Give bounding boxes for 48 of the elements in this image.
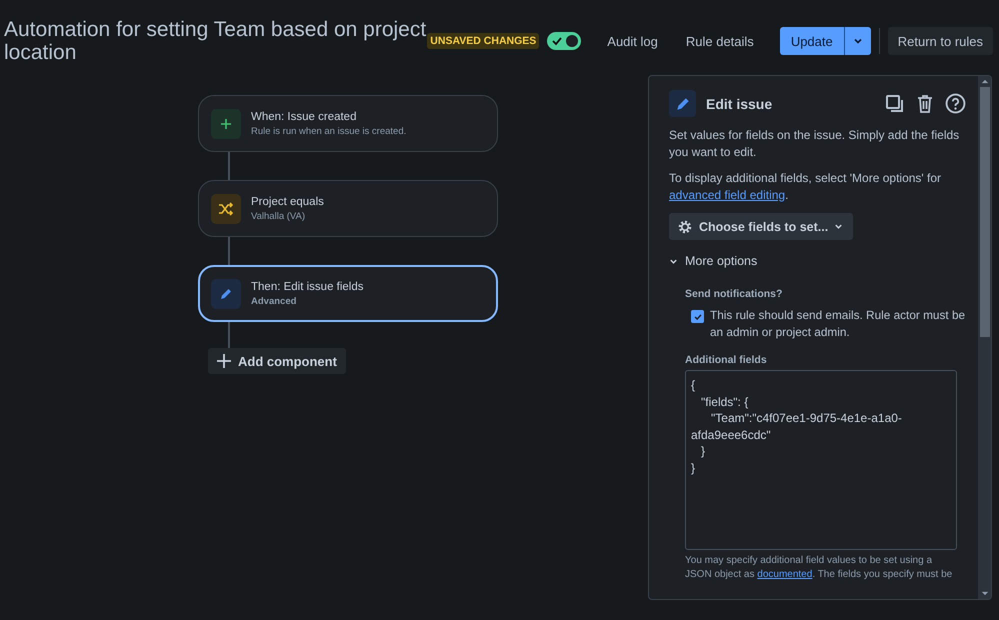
- trash-icon[interactable]: [915, 94, 935, 114]
- component-title: When: Issue created: [251, 110, 358, 122]
- checkbox-label: This rule should send emails. Rule actor must be an admin or project admin.: [710, 307, 966, 340]
- panel-title: Edit issue: [706, 96, 772, 112]
- scroll-up-arrow-icon[interactable]: [980, 79, 988, 84]
- additional-fields-label: Additional fields: [685, 354, 768, 366]
- rule-component-card[interactable]: Then: Edit issue fields Advanced: [198, 265, 498, 322]
- plus-icon: [217, 354, 231, 368]
- chevron-down-icon: [852, 36, 863, 46]
- unsaved-changes-badge: UNSAVED CHANGES: [427, 33, 540, 49]
- advanced-editing-hint: To display additional fields, select 'More options' for advanced field editing.: [669, 170, 942, 203]
- check-icon: [692, 312, 702, 322]
- scrollbar[interactable]: [978, 76, 991, 599]
- rule-component-card[interactable]: When: Issue created Rule is run when an issue is created.: [198, 95, 498, 152]
- chevron-down-icon: [834, 222, 844, 231]
- chevron-down-icon: [669, 256, 678, 266]
- pencil-icon: [669, 90, 696, 117]
- check-icon: [551, 35, 564, 47]
- additional-fields-help: You may specify additional field values to be set using a JSON object as documented. The fields you specify must be: [685, 554, 954, 581]
- plus-icon: [220, 118, 232, 130]
- rule-toggle[interactable]: [547, 32, 582, 50]
- checkbox[interactable]: [691, 310, 704, 323]
- component-subtitle: Rule is run when an issue is created.: [251, 126, 406, 136]
- more-options-toggle[interactable]: More options: [669, 254, 758, 268]
- panel-description: Set values for fields on the issue. Simply add the fields you want to edit.: [669, 127, 960, 160]
- help-icon[interactable]: [945, 93, 966, 114]
- add-component-button[interactable]: Add component: [208, 348, 346, 374]
- copy-icon[interactable]: [885, 94, 905, 114]
- header-link-button[interactable]: Rule details: [676, 28, 764, 54]
- shuffle-icon: [218, 202, 234, 216]
- scroll-down-arrow-icon[interactable]: [980, 591, 988, 596]
- component-title: Then: Edit issue fields: [251, 280, 364, 292]
- component-title: Project equals: [251, 196, 324, 208]
- update-dropdown-button[interactable]: [844, 27, 871, 55]
- advanced-field-editing-link[interactable]: advanced field editing: [669, 188, 786, 202]
- choose-fields-button[interactable]: Choose fields to set...: [669, 213, 854, 240]
- page-title: Automation for setting Team based on project location: [4, 18, 428, 64]
- component-subtitle: Advanced: [251, 296, 298, 306]
- send-notifications-label: Send notifications?: [685, 288, 784, 300]
- update-button[interactable]: Update: [780, 27, 844, 55]
- component-subtitle: Valhalla (VA): [251, 210, 306, 222]
- gear-icon: [677, 218, 693, 234]
- documented-link[interactable]: documented: [757, 568, 812, 580]
- return-to-rules-button[interactable]: Return to rules: [888, 27, 993, 55]
- rule-component-card[interactable]: Project equals Valhalla (VA): [198, 180, 498, 237]
- header-link-button[interactable]: Audit log: [597, 28, 668, 54]
- additional-fields-input[interactable]: { "fields": { "Team":"c4f07ee1-9d75-4e1e-a1a0-afda9eee6cdc" } }: [685, 370, 957, 550]
- pencil-icon: [219, 286, 233, 300]
